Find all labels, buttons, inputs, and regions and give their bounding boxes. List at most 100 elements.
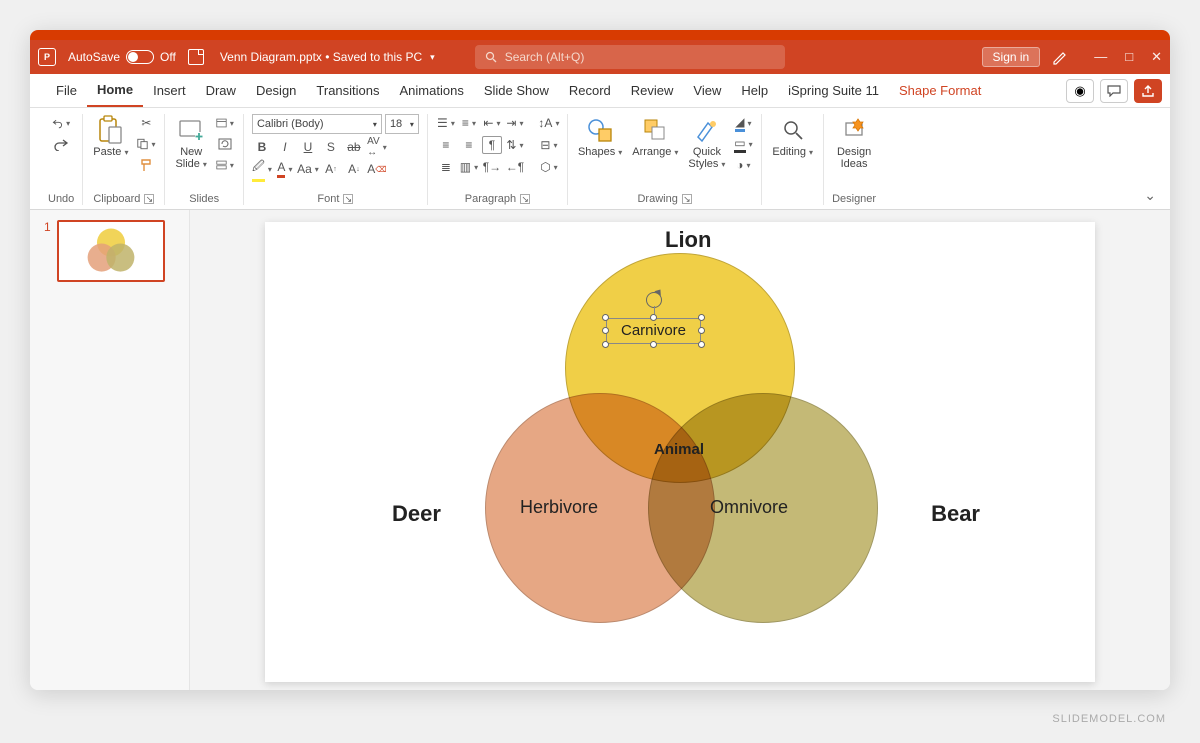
paragraph-launcher[interactable]: ↘ <box>520 194 530 204</box>
tab-insert[interactable]: Insert <box>143 74 196 107</box>
columns-button[interactable]: ▥ <box>459 158 479 176</box>
align-right-button[interactable]: ¶ <box>482 136 502 154</box>
shape-effects-button[interactable]: ◑ <box>733 156 753 174</box>
toggle-icon[interactable] <box>126 50 154 64</box>
arrange-button[interactable]: Arrange <box>630 114 680 160</box>
shapes-label: Shapes <box>578 146 622 158</box>
pen-icon[interactable] <box>1052 49 1068 65</box>
font-size-select[interactable]: 18▾ <box>385 114 419 134</box>
tab-ispring[interactable]: iSpring Suite 11 <box>778 74 889 107</box>
redo-button[interactable] <box>51 135 71 153</box>
format-painter-button[interactable] <box>136 156 156 174</box>
bold-button[interactable]: B <box>252 138 272 156</box>
tab-transitions[interactable]: Transitions <box>306 74 389 107</box>
paste-button[interactable]: Paste <box>91 114 130 160</box>
window-controls: — □ ✕ <box>1094 49 1162 65</box>
venn-title-left[interactable]: Deer <box>392 501 441 527</box>
text-direction-button[interactable]: ↕A <box>539 114 559 132</box>
slide-canvas[interactable]: Lion Deer Bear Herbivore Omnivore Animal <box>265 222 1095 682</box>
indent-dec-button[interactable]: ⇤ <box>482 114 502 132</box>
find-icon <box>779 116 807 144</box>
slide-editor[interactable]: Lion Deer Bear Herbivore Omnivore Animal <box>190 210 1170 690</box>
change-case-button[interactable]: Aa <box>298 160 318 178</box>
tab-shape-format[interactable]: Shape Format <box>889 74 991 107</box>
font-name-select[interactable]: Calibri (Body)▾ <box>252 114 382 134</box>
new-slide-label: New Slide <box>175 146 206 170</box>
quick-styles-button[interactable]: Quick Styles <box>686 114 727 172</box>
indent-inc-button[interactable]: ⇥ <box>505 114 525 132</box>
bullets-button[interactable]: ☰ <box>436 114 456 132</box>
tab-home[interactable]: Home <box>87 74 143 107</box>
grow-font-button[interactable]: A↑ <box>321 160 341 178</box>
underline-button[interactable]: U <box>298 138 318 156</box>
tab-animations[interactable]: Animations <box>390 74 474 107</box>
ltr-button[interactable]: ¶→ <box>482 158 502 176</box>
layout-button[interactable] <box>215 114 235 132</box>
clear-format-button[interactable]: A⌫ <box>367 160 387 178</box>
venn-title-top[interactable]: Lion <box>665 227 711 253</box>
tab-review[interactable]: Review <box>621 74 684 107</box>
strikethrough-button[interactable]: ab <box>344 138 364 156</box>
align-center-button[interactable]: ≡ <box>459 136 479 154</box>
cut-button[interactable]: ✂ <box>136 114 156 132</box>
drawing-launcher[interactable]: ↘ <box>682 194 692 204</box>
char-spacing-button[interactable]: AV↔ <box>367 138 387 156</box>
align-justify-button[interactable]: ≣ <box>436 158 456 176</box>
share-button[interactable] <box>1134 79 1162 103</box>
group-drawing: Shapes Arrange Quick Styles ◢ ▭ ◑ Drawin… <box>568 114 762 205</box>
venn-title-right[interactable]: Bear <box>931 501 980 527</box>
smartart-button[interactable]: ⬡ <box>539 158 559 176</box>
clipboard-launcher[interactable]: ↘ <box>144 194 154 204</box>
italic-button[interactable]: I <box>275 138 295 156</box>
maximize-button[interactable]: □ <box>1125 49 1133 65</box>
shape-outline-button[interactable]: ▭ <box>733 135 753 153</box>
slide-thumbnail-1[interactable] <box>57 220 165 282</box>
venn-label-top[interactable]: Carnivore <box>606 318 701 344</box>
design-ideas-label: Design Ideas <box>837 146 871 170</box>
rtl-button[interactable]: ←¶ <box>505 158 525 176</box>
shape-fill-button[interactable]: ◢ <box>733 114 753 132</box>
venn-label-left[interactable]: Herbivore <box>520 497 598 518</box>
design-ideas-button[interactable]: Design Ideas <box>835 114 873 172</box>
tab-view[interactable]: View <box>683 74 731 107</box>
group-font: Calibri (Body)▾ 18▾ B I U S ab AV↔ 🖉 A A… <box>244 114 428 205</box>
autosave-toggle[interactable]: AutoSave Off <box>68 50 176 64</box>
sign-in-button[interactable]: Sign in <box>982 47 1041 67</box>
tab-file[interactable]: File <box>46 74 87 107</box>
tab-draw[interactable]: Draw <box>196 74 246 107</box>
line-spacing-button[interactable]: ⇅ <box>505 136 525 154</box>
document-title[interactable]: Venn Diagram.pptx • Saved to this PC <box>220 50 422 64</box>
minimize-button[interactable]: — <box>1094 49 1107 65</box>
undo-button[interactable] <box>51 114 71 132</box>
shadow-button[interactable]: S <box>321 138 341 156</box>
close-button[interactable]: ✕ <box>1151 49 1162 65</box>
font-launcher[interactable]: ↘ <box>343 194 353 204</box>
chevron-down-icon[interactable]: ▾ <box>430 52 435 63</box>
align-text-button[interactable]: ⊟ <box>539 136 559 154</box>
copy-button[interactable] <box>136 135 156 153</box>
tab-record[interactable]: Record <box>559 74 621 107</box>
shapes-button[interactable]: Shapes <box>576 114 624 160</box>
collapse-ribbon-button[interactable]: ⌄ <box>1144 187 1156 204</box>
tab-slideshow[interactable]: Slide Show <box>474 74 559 107</box>
search-input[interactable]: Search (Alt+Q) <box>475 45 785 69</box>
selected-textbox[interactable]: Carnivore <box>606 318 701 344</box>
comments-button[interactable] <box>1100 79 1128 103</box>
save-icon[interactable] <box>188 49 204 65</box>
thumbnail-panel[interactable]: 1 <box>30 210 190 690</box>
numbering-button[interactable]: ≡ <box>459 114 479 132</box>
align-left-button[interactable]: ≡ <box>436 136 456 154</box>
tab-design[interactable]: Design <box>246 74 306 107</box>
venn-label-right[interactable]: Omnivore <box>710 497 788 518</box>
shrink-font-button[interactable]: A↓ <box>344 160 364 178</box>
new-slide-button[interactable]: New Slide <box>173 114 208 172</box>
editing-button[interactable]: Editing <box>770 114 815 160</box>
section-button[interactable] <box>215 156 235 174</box>
venn-label-center[interactable]: Animal <box>654 441 704 458</box>
search-placeholder: Search (Alt+Q) <box>505 50 585 64</box>
camera-button[interactable]: ◉ <box>1066 79 1094 103</box>
reset-button[interactable] <box>215 135 235 153</box>
tab-help[interactable]: Help <box>731 74 778 107</box>
font-color-button[interactable]: A <box>275 160 295 178</box>
highlight-button[interactable]: 🖉 <box>252 160 272 178</box>
